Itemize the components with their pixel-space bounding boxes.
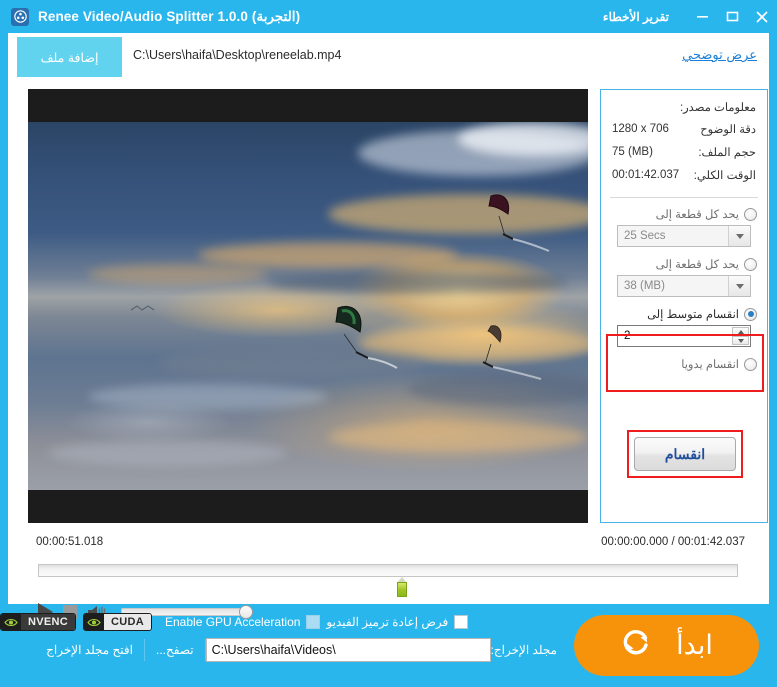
source-info-block: معلومات مصدر: دقة الوضوح 1280 x 706 حجم … — [601, 90, 767, 193]
spinner-up-icon[interactable] — [732, 327, 749, 336]
chevron-down-icon[interactable] — [728, 226, 750, 246]
letterbox-top — [28, 89, 588, 122]
nvidia-eye-icon — [84, 614, 105, 630]
spinner-down-icon[interactable] — [732, 336, 749, 345]
open-output-folder-button[interactable]: افتح مجلد الإخراج — [35, 638, 144, 662]
split-options-group: يحد كل قطعة إلى 25 Secs يحد كل قطعة إلى … — [601, 198, 767, 371]
split-mode-by-time-label: يحد كل قطعة إلى — [655, 209, 739, 221]
gpu-acceleration-label: Enable GPU Acceleration — [165, 615, 301, 629]
content-frame: إضافة ملف C:\Users\haifa\Desktop\reneela… — [8, 33, 769, 621]
bird-icon — [130, 305, 155, 311]
video-frame-image — [28, 122, 588, 490]
refresh-loop-icon — [620, 626, 654, 665]
split-mode-average-label: انقسام متوسط إلى — [647, 309, 739, 321]
split-by-time-combo[interactable]: 25 Secs — [617, 225, 751, 247]
split-mode-average-row[interactable]: انقسام متوسط إلى — [611, 307, 757, 321]
info-row-resolution: دقة الوضوح 1280 x 706 — [612, 122, 756, 136]
force-recode-checkbox[interactable] — [454, 615, 469, 629]
letterbox-bottom — [28, 490, 588, 523]
nvenc-badge-label: NVENC — [21, 614, 76, 630]
radio-split-average[interactable] — [744, 307, 757, 321]
split-mode-manual-label: انقسام يدويا — [681, 359, 739, 371]
loaded-file-path: C:\Users\haifa\Desktop\reneelab.mp4 — [133, 48, 342, 62]
minimize-button[interactable] — [687, 0, 717, 33]
split-by-size-combo[interactable]: 38 (MB) — [617, 275, 751, 297]
info-value-duration: 00:01:42.037 — [612, 169, 680, 181]
maximize-button[interactable] — [717, 0, 747, 33]
info-value-filesize: 75 (MB) — [612, 146, 653, 158]
chevron-down-icon[interactable] — [728, 276, 750, 296]
close-button[interactable] — [747, 0, 777, 33]
split-mode-manual-row[interactable]: انقسام يدويا — [611, 357, 757, 371]
spinner-buttons[interactable] — [732, 327, 749, 345]
split-by-size-value: 38 (MB) — [624, 280, 665, 292]
radio-split-by-time[interactable] — [744, 207, 757, 221]
output-folder-label: مجلد الإخراج: — [490, 643, 557, 657]
force-recode-label: فرض إعادة ترميز الفيديو — [326, 615, 449, 629]
bottom-bar: فرض إعادة ترميز الفيديو Enable GPU Accel… — [0, 604, 777, 687]
split-button-wrap: انقسام — [634, 437, 736, 471]
timeline-split-marker[interactable] — [395, 577, 409, 597]
browse-button[interactable]: تصفح... — [145, 638, 205, 662]
range-time-label: 00:00:00.000 / 00:01:42.037 — [601, 536, 745, 548]
split-button[interactable]: انقسام — [634, 437, 736, 471]
split-by-time-value: 25 Secs — [624, 230, 666, 242]
start-button[interactable]: ابدأ — [574, 615, 759, 676]
kite-icon — [483, 325, 542, 380]
info-row-duration: الوقت الكلي: 00:01:42.037 — [612, 168, 756, 182]
split-mode-by-time-row[interactable]: يحد كل قطعة إلى — [611, 207, 757, 221]
current-time-label: 00:00:51.018 — [36, 536, 104, 548]
info-label-filesize: حجم الملف: — [698, 147, 756, 159]
options-panel: معلومات مصدر: دقة الوضوح 1280 x 706 حجم … — [600, 89, 768, 523]
radio-split-manual[interactable] — [744, 357, 757, 371]
info-label-duration: الوقت الكلي: — [693, 170, 756, 182]
output-path-input[interactable] — [205, 638, 491, 662]
film-reel-icon — [11, 7, 29, 26]
kite-icon — [335, 306, 398, 369]
nvenc-badge[interactable]: NVENC — [0, 613, 77, 631]
split-average-spinner[interactable]: 2 — [617, 325, 751, 347]
start-button-label: ابدأ — [676, 630, 713, 660]
info-row-filesize: حجم الملف: 75 (MB) — [612, 145, 756, 159]
window-title: Renee Video/Audio Splitter 1.0.0 (التجرب… — [38, 8, 301, 24]
gpu-acceleration-checkbox[interactable] — [306, 615, 321, 629]
nvidia-eye-icon — [1, 614, 21, 630]
error-report-link[interactable]: تقرير الأخطاء — [603, 10, 669, 24]
encoding-options-row: فرض إعادة ترميز الفيديو Enable GPU Accel… — [0, 612, 570, 632]
info-value-resolution: 1280 x 706 — [612, 123, 669, 135]
radio-split-by-size[interactable] — [744, 257, 757, 271]
split-average-value: 2 — [624, 330, 631, 342]
kite-icon — [488, 194, 550, 252]
timeline-track[interactable] — [38, 564, 738, 577]
cuda-badge[interactable]: CUDA — [83, 613, 152, 631]
source-info-title: معلومات مصدر: — [679, 102, 756, 114]
info-label-resolution: دقة الوضوح — [700, 124, 756, 136]
title-bar: Renee Video/Audio Splitter 1.0.0 (التجرب… — [0, 0, 777, 33]
add-file-button[interactable]: إضافة ملف — [17, 37, 122, 77]
video-preview[interactable] — [28, 89, 588, 523]
output-folder-row: مجلد الإخراج: تصفح... افتح مجلد الإخراج — [0, 637, 570, 663]
split-mode-by-size-label: يحد كل قطعة إلى — [655, 259, 739, 271]
cuda-badge-label: CUDA — [104, 614, 151, 630]
title-bar-right: تقرير الأخطاء — [603, 0, 777, 33]
split-mode-by-size-row[interactable]: يحد كل قطعة إلى — [611, 257, 757, 271]
divider — [144, 639, 145, 661]
divider — [204, 639, 206, 661]
toolbar: إضافة ملف C:\Users\haifa\Desktop\reneela… — [8, 33, 769, 80]
application-window: Renee Video/Audio Splitter 1.0.0 (التجرب… — [0, 0, 777, 687]
demo-link[interactable]: عرض توضحي — [682, 47, 757, 63]
